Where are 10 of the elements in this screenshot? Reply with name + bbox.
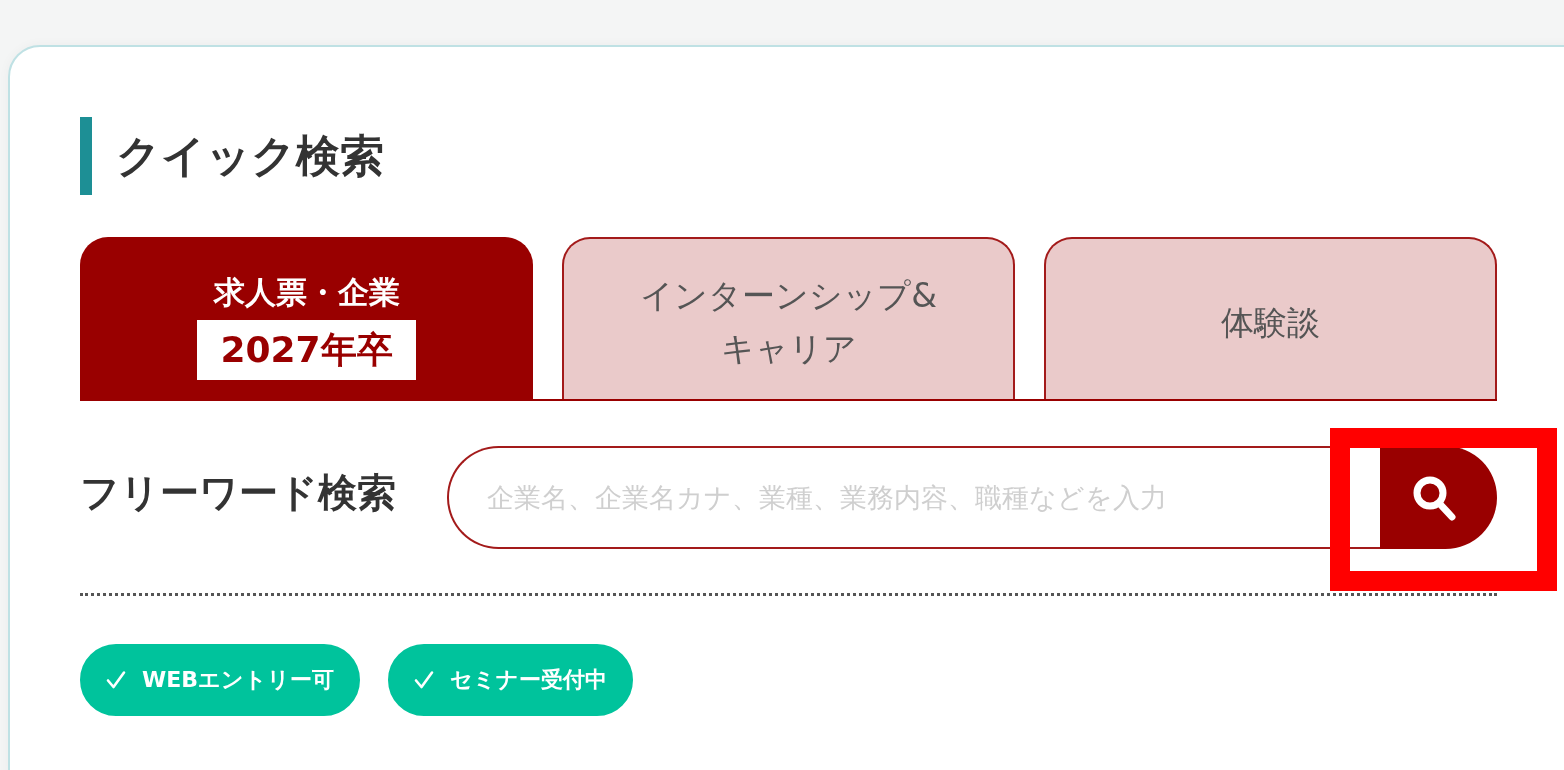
- category-tab[interactable]: 体験談: [1044, 237, 1497, 399]
- check-icon: [106, 670, 126, 690]
- check-icon: [414, 670, 435, 690]
- section-heading: クイック検索: [80, 117, 1564, 195]
- search-icon: [1411, 474, 1456, 521]
- search-label: フリーワード検索: [80, 468, 397, 517]
- category-tab[interactable]: 求人票・企業 2027年卒: [80, 237, 533, 399]
- year-badge: 2027年卒: [197, 320, 416, 381]
- category-tab[interactable]: インターンシップ& キャリア: [562, 237, 1015, 399]
- search-button[interactable]: [1380, 446, 1497, 549]
